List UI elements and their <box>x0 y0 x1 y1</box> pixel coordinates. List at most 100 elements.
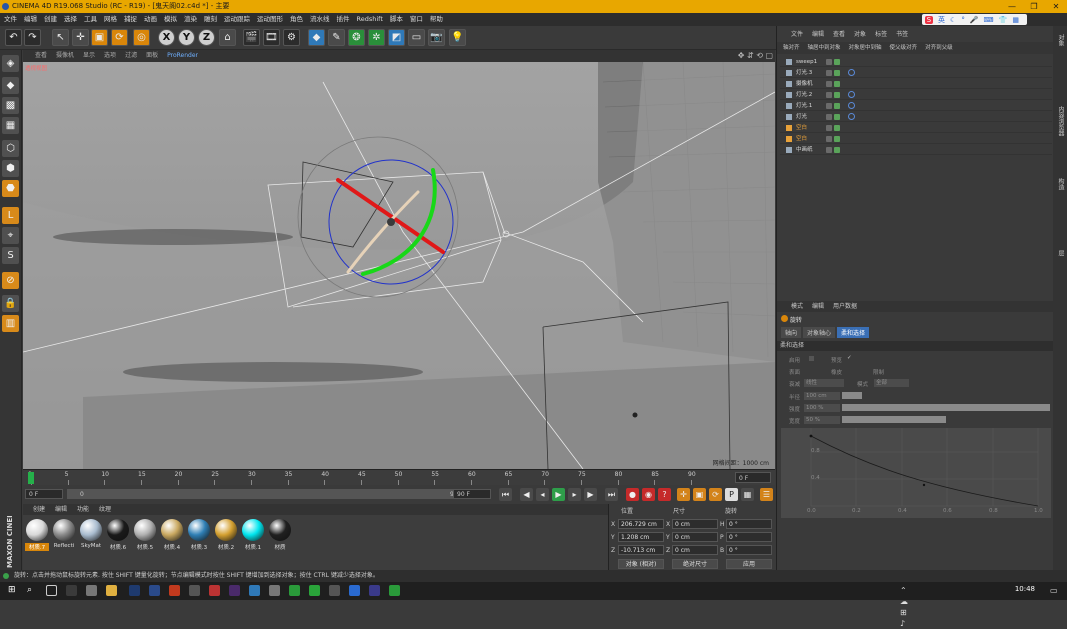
punctuation-icon[interactable]: ° <box>961 16 965 24</box>
tab-object-axis[interactable]: 对象轴心 <box>803 327 836 338</box>
side-tab[interactable]: 构造 <box>1055 178 1065 190</box>
object-row[interactable]: 灯光 <box>780 112 1052 122</box>
menu-item[interactable]: 雕刻 <box>204 13 217 26</box>
next-frame-icon[interactable]: ▸ <box>568 488 581 501</box>
om-menu-item[interactable]: 编辑 <box>812 29 824 40</box>
width-slider[interactable] <box>842 416 946 423</box>
strength-field[interactable]: 100 % <box>804 404 840 412</box>
pos-y-field[interactable]: 1.208 cm <box>618 532 664 542</box>
pen-spline-icon[interactable]: ✎ <box>328 29 345 46</box>
app-icon-10[interactable] <box>369 585 380 596</box>
wechat-icon[interactable] <box>289 585 300 596</box>
menu-item[interactable]: 脚本 <box>390 13 403 26</box>
playhead-marker[interactable] <box>28 472 34 484</box>
object-name[interactable]: 灯光 <box>796 112 807 122</box>
material-menu-item[interactable]: 创建 <box>33 504 45 515</box>
target-tag-icon[interactable] <box>848 113 855 120</box>
ime-language[interactable]: 英 <box>938 15 945 25</box>
current-frame-box[interactable]: 0 F <box>735 472 771 483</box>
app-icon-8[interactable] <box>329 585 340 596</box>
mic-icon[interactable]: 🎤 <box>970 16 979 24</box>
viewport[interactable]: 透视视图 网格间距：1000 cm <box>23 62 775 469</box>
goto-end-icon[interactable]: ⏭ <box>605 488 618 501</box>
material-swatch[interactable]: 材质.5 <box>133 519 157 551</box>
radius-field[interactable]: 100 cm <box>804 392 840 400</box>
viewport-menu-item[interactable]: 摄像机 <box>56 50 74 62</box>
key-param-icon[interactable]: P <box>725 488 738 501</box>
visibility-toggle[interactable] <box>826 59 832 65</box>
key-position-icon[interactable]: ✛ <box>677 488 690 501</box>
enable-checkbox[interactable] <box>809 356 814 361</box>
record-icon[interactable]: ● <box>626 488 639 501</box>
deformer-icon[interactable]: ◩ <box>388 29 405 46</box>
points-mode-icon[interactable]: ⬡ <box>2 140 19 157</box>
material-swatch[interactable]: 材质.1 <box>241 519 265 551</box>
prev-key-icon[interactable]: ◀ <box>520 488 533 501</box>
start-frame-field[interactable]: 0 F <box>25 489 63 499</box>
width-field[interactable]: 50 % <box>804 416 840 424</box>
menu-item[interactable]: 渲染 <box>184 13 197 26</box>
app-icon-9[interactable] <box>349 585 360 596</box>
object-row[interactable]: 空白 <box>780 123 1052 133</box>
enable-check-icon[interactable] <box>834 147 840 153</box>
play-icon[interactable]: ▶ <box>552 488 565 501</box>
snap-icon[interactable]: S <box>2 247 19 264</box>
menu-item[interactable]: 帮助 <box>430 13 443 26</box>
scale-tool-icon[interactable]: ▣ <box>91 29 108 46</box>
menu-item[interactable]: 网格 <box>104 13 117 26</box>
strength-slider[interactable] <box>842 404 1050 411</box>
side-tab[interactable]: 内容浏览器 <box>1055 106 1065 136</box>
visibility-toggle[interactable] <box>826 70 832 76</box>
edges-mode-icon[interactable]: ⬢ <box>2 160 19 177</box>
make-editable-icon[interactable]: ◈ <box>2 55 19 72</box>
object-row[interactable]: 摄像机 <box>780 79 1052 89</box>
visibility-toggle[interactable] <box>826 81 832 87</box>
menu-item[interactable]: 角色 <box>290 13 303 26</box>
subdivision-icon[interactable]: ❂ <box>348 29 365 46</box>
enable-check-icon[interactable] <box>834 103 840 109</box>
app-icon-11[interactable] <box>389 585 400 596</box>
next-key-icon[interactable]: ▶ <box>584 488 597 501</box>
coordinate-mode-select[interactable]: 对象 (相对) <box>618 559 664 569</box>
visibility-toggle[interactable] <box>826 103 832 109</box>
menu-item[interactable]: 插件 <box>337 13 350 26</box>
material-swatch[interactable]: Reflecti <box>52 519 76 549</box>
render-picture-viewer-icon[interactable]: 🎞 <box>263 29 280 46</box>
rot-b-field[interactable]: 0 ° <box>726 545 772 555</box>
windows-start-icon[interactable]: ⊞ <box>8 585 19 596</box>
prev-frame-icon[interactable]: ◂ <box>536 488 549 501</box>
menu-item[interactable]: 窗口 <box>410 13 423 26</box>
key-scale-icon[interactable]: ▣ <box>693 488 706 501</box>
material-swatch[interactable]: 材质.4 <box>160 519 184 551</box>
viewport-scene[interactable] <box>23 62 775 469</box>
tab-soft-selection[interactable]: 柔和选择 <box>837 327 870 338</box>
render-settings-icon[interactable]: ⚙ <box>283 29 300 46</box>
menu-item[interactable]: 捕捉 <box>124 13 137 26</box>
keyframe-selection-icon[interactable]: ? <box>658 488 671 501</box>
word-icon[interactable] <box>149 585 160 596</box>
om-menu-item[interactable]: 查看 <box>833 29 845 40</box>
target-tag-icon[interactable] <box>848 102 855 109</box>
menu-item[interactable]: 模拟 <box>164 13 177 26</box>
attributes-menu-item[interactable]: 模式 <box>791 301 803 312</box>
viewport-menu-item[interactable]: 选项 <box>104 50 116 62</box>
om-menu-item[interactable]: 对象 <box>854 29 866 40</box>
goto-start-icon[interactable]: ⏮ <box>499 488 512 501</box>
object-name[interactable]: sweep1 <box>796 57 817 67</box>
light-icon[interactable]: 💡 <box>449 29 466 46</box>
size-mode-select[interactable]: 绝对尺寸 <box>672 559 718 569</box>
object-name[interactable]: 空白 <box>796 134 807 144</box>
size-x-field[interactable]: 0 cm <box>672 519 718 529</box>
tray-icons[interactable]: ⌃ ☁ ⊞ ♪ <box>900 585 911 628</box>
rotate-tool-icon[interactable]: ⟳ <box>111 29 128 46</box>
floor-icon[interactable]: ▭ <box>408 29 425 46</box>
menu-item[interactable]: 动画 <box>144 13 157 26</box>
falloff-select[interactable]: 线性 <box>804 379 844 387</box>
end-frame-field[interactable]: 90 F <box>453 489 491 499</box>
object-name[interactable]: 空白 <box>796 123 807 133</box>
target-tag-icon[interactable] <box>848 69 855 76</box>
texture-mode-icon[interactable]: ▩ <box>2 97 19 114</box>
object-name[interactable]: 灯光.1 <box>796 101 812 111</box>
menu-item[interactable]: 文件 <box>4 13 17 26</box>
menu-item[interactable]: 创建 <box>44 13 57 26</box>
